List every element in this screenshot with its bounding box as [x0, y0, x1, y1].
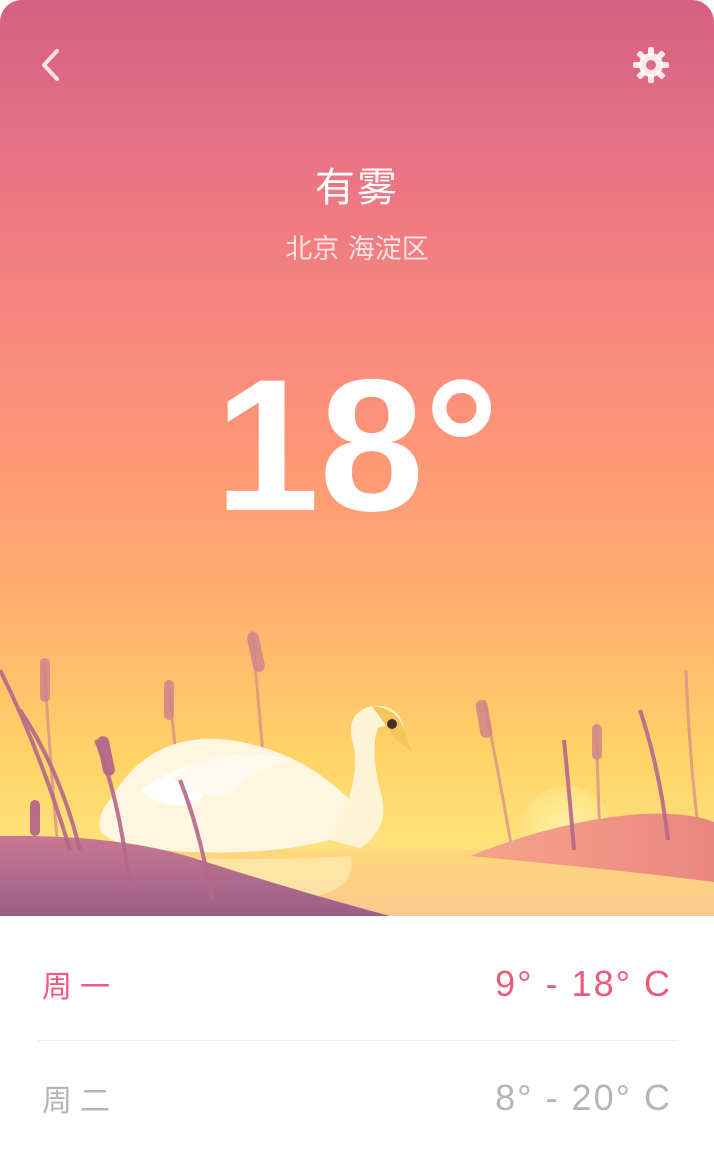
swan-shape — [99, 705, 412, 853]
forecast-day-label: 周一 — [42, 970, 118, 1005]
weather-condition: 有雾 — [315, 165, 399, 211]
forecast-temp-range: 9° - 18° C — [495, 963, 672, 1004]
location-label: 北京 海淀区 — [285, 234, 429, 265]
swan-lake-illustration — [0, 629, 714, 916]
forecast-day-label: 周二 — [42, 1084, 118, 1119]
back-button[interactable] — [28, 40, 72, 90]
forecast-row-tuesday[interactable]: 周二 8° - 20° C — [38, 1042, 678, 1154]
forecast-temp-range: 8° - 20° C — [495, 1077, 672, 1118]
weather-card: 有雾 北京 海淀区 18° 周一 9° - 18° C 周二 8° - 20° … — [0, 0, 714, 1174]
forecast-list: 周一 9° - 18° C 周二 8° - 20° C — [0, 916, 714, 1174]
weather-hero: 有雾 北京 海淀区 18° — [0, 0, 714, 916]
chevron-left-icon — [42, 49, 59, 81]
settings-button[interactable] — [626, 40, 676, 90]
forecast-row-monday[interactable]: 周一 9° - 18° C — [38, 928, 678, 1041]
current-temperature: 18° — [214, 340, 500, 550]
gear-icon — [633, 47, 669, 83]
